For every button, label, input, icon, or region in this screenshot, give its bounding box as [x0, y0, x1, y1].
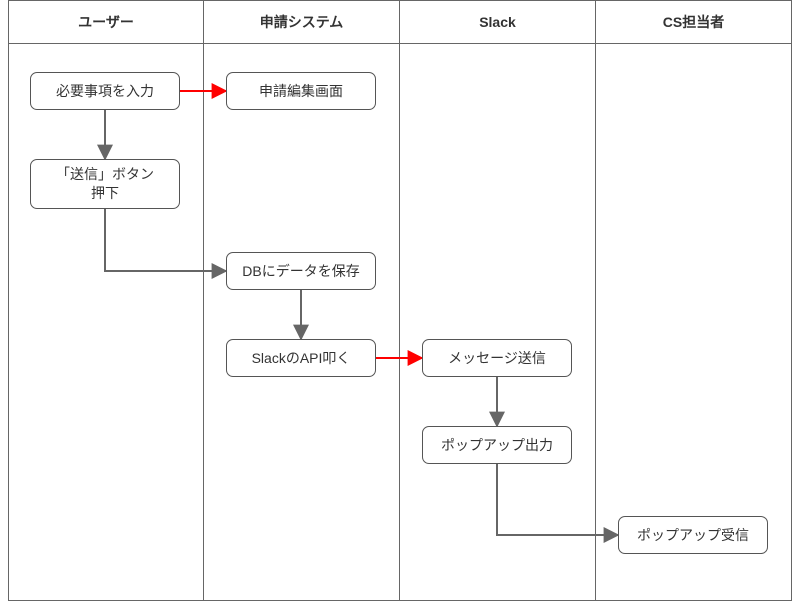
lane-body-user [8, 44, 204, 601]
lane-header-user: ユーザー [8, 0, 204, 44]
step-db: DBにデータを保存 [226, 252, 376, 290]
lane-title: CS担当者 [663, 12, 724, 32]
lane-title: Slack [479, 14, 516, 30]
step-input: 必要事項を入力 [30, 72, 180, 110]
step-send: 「送信」ボタン押下 [30, 159, 180, 209]
lane-title: 申請システム [260, 12, 344, 32]
lane-body-slack [400, 44, 596, 601]
lane-header-slack: Slack [400, 0, 596, 44]
step-msg: メッセージ送信 [422, 339, 572, 377]
swimlane-diagram: ユーザー 申請システム Slack CS担当者 必要事項を入力 申請編集画面 「… [0, 0, 800, 601]
step-api: SlackのAPI叩く [226, 339, 376, 377]
lane-header-system: 申請システム [204, 0, 400, 44]
step-pop-in: ポップアップ受信 [618, 516, 768, 554]
lane-title: ユーザー [78, 12, 134, 32]
step-pop-out: ポップアップ出力 [422, 426, 572, 464]
lane-header-cs: CS担当者 [596, 0, 792, 44]
step-edit-screen: 申請編集画面 [226, 72, 376, 110]
lane-body-system [204, 44, 400, 601]
